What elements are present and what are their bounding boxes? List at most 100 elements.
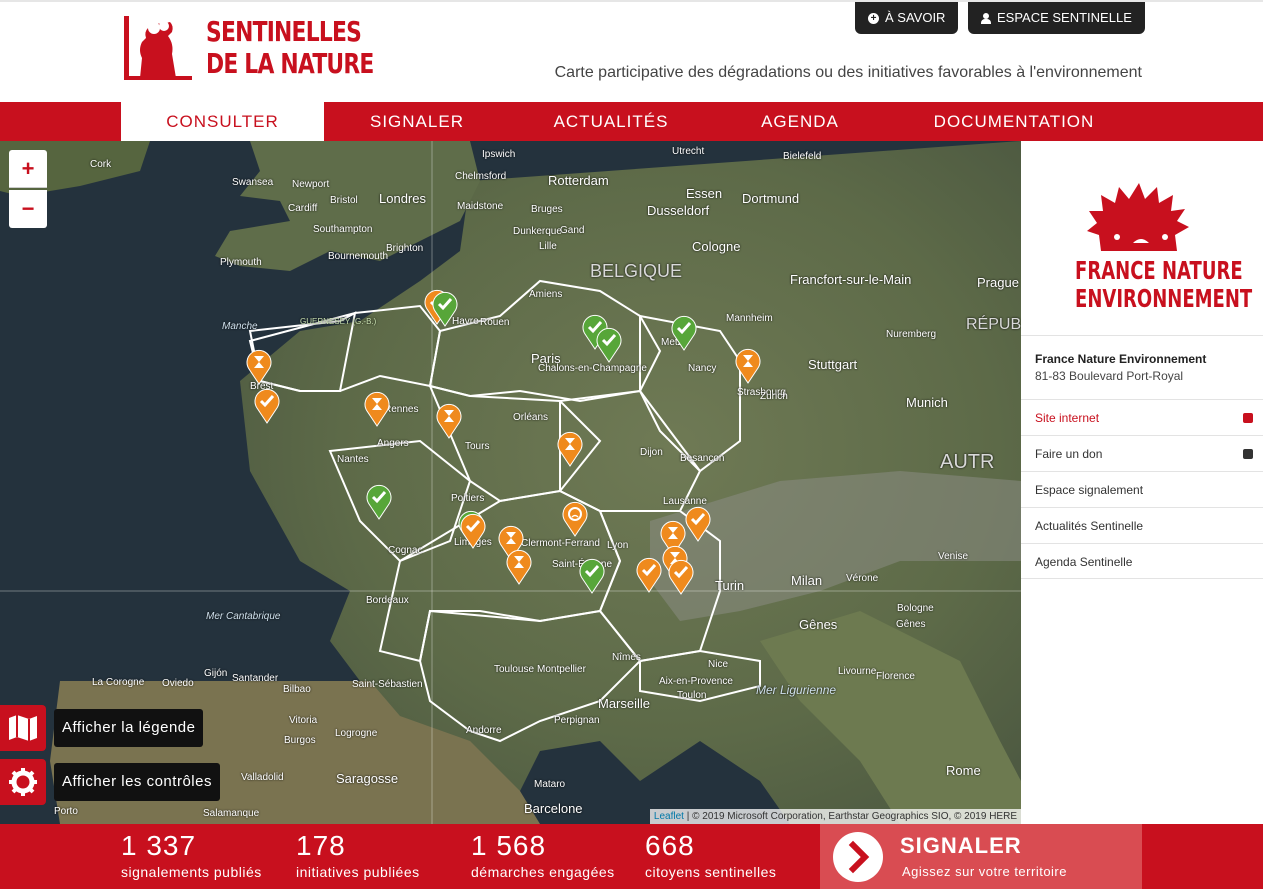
map-label: Swansea <box>232 177 274 188</box>
map-label: AUTR <box>940 451 995 473</box>
stat-value: 1 337 <box>121 830 197 861</box>
map-label: Gênes <box>799 617 838 632</box>
map-label: Bruges <box>531 204 563 215</box>
hourglass-marker-icon[interactable] <box>557 431 583 467</box>
link-espace-signalement[interactable]: Espace signalement <box>1021 471 1263 507</box>
stat-label: citoyens sentinelles <box>645 864 777 880</box>
nav-consulter[interactable]: CONSULTER <box>121 102 324 141</box>
logo-line-1: SENTINELLES <box>206 15 362 48</box>
map-label: Marseille <box>598 696 651 711</box>
sad-marker-icon[interactable] <box>562 501 588 537</box>
controls-toggle-label[interactable]: Afficher les contrôles <box>54 763 220 801</box>
chevron-right-icon <box>833 832 883 882</box>
link-agenda-sentinelle[interactable]: Agenda Sentinelle <box>1021 543 1263 579</box>
signaler-cta-title: SIGNALER <box>900 833 1022 858</box>
link-label: Faire un don <box>1035 447 1103 461</box>
user-icon <box>981 12 991 24</box>
map-label: Stuttgart <box>808 357 858 372</box>
map-label: Rome <box>946 763 981 778</box>
map-label: Dijon <box>640 447 663 458</box>
leaflet-link[interactable]: Leaflet <box>654 811 684 822</box>
link-label: Espace signalement <box>1035 483 1144 497</box>
check-marker-icon[interactable] <box>366 484 392 520</box>
controls-toggle-button[interactable] <box>0 759 46 805</box>
nav-agenda[interactable]: AGENDA <box>706 102 894 141</box>
hourglass-marker-icon[interactable] <box>436 403 462 439</box>
check-marker-icon[interactable] <box>668 559 694 595</box>
map-label: Orléans <box>513 412 549 423</box>
map-label: Plymouth <box>220 257 262 268</box>
map-label: Barcelone <box>524 801 583 816</box>
zoom-in-button[interactable]: + <box>9 150 47 188</box>
map-icon <box>9 715 37 741</box>
map-label: Nîmes <box>612 652 641 663</box>
map-label: Aix-en-Provence <box>659 676 733 687</box>
map-label: Perpignan <box>554 715 600 726</box>
site-logo[interactable]: SENTINELLES DE LA NATURE <box>124 14 374 84</box>
map-label: Burgos <box>284 735 316 746</box>
fne-logo-text: FRANCE NATURE ENVIRONNEMENT <box>1075 257 1252 313</box>
map-view[interactable]: Cork Swansea Newport Bristol Cardiff Lon… <box>0 141 1021 824</box>
map-label: Gijón <box>204 668 228 679</box>
map-label: Southampton <box>313 224 373 235</box>
map-label: Utrecht <box>672 146 705 157</box>
hourglass-marker-icon[interactable] <box>506 549 532 585</box>
map-label: Nancy <box>688 363 717 374</box>
map-label: Londres <box>379 191 426 206</box>
legend-toggle-button[interactable] <box>0 705 46 751</box>
map-label: Chelmsford <box>455 171 507 182</box>
signaler-cta-button[interactable]: SIGNALER Agissez sur votre territoire <box>820 824 1142 889</box>
link-faire-un-don[interactable]: Faire un don <box>1021 435 1263 471</box>
stat-label: démarches engagées <box>471 864 615 880</box>
map-label: Logrogne <box>335 728 378 739</box>
link-label: Site internet <box>1035 411 1100 425</box>
map-label: Francfort-sur-le-Main <box>790 272 912 287</box>
divider <box>1021 335 1263 336</box>
hourglass-marker-icon[interactable] <box>735 348 761 384</box>
nav-documentation[interactable]: DOCUMENTATION <box>894 102 1134 141</box>
link-label: Agenda Sentinelle <box>1035 555 1133 569</box>
map-label: Valladolid <box>241 772 284 783</box>
about-button-label: À SAVOIR <box>885 10 946 25</box>
map-label: Gand <box>560 225 585 236</box>
check-marker-icon[interactable] <box>254 388 280 424</box>
check-marker-icon[interactable] <box>596 327 622 363</box>
nav-actualites[interactable]: ACTUALITÉS <box>516 102 706 141</box>
map-label: Lyon <box>607 540 629 551</box>
external-link-icon <box>1243 449 1253 459</box>
hourglass-marker-icon[interactable] <box>364 391 390 427</box>
check-marker-icon[interactable] <box>460 513 486 549</box>
stat-label: initiatives publiées <box>296 864 420 880</box>
hourglass-marker-icon[interactable] <box>246 349 272 385</box>
signaler-cta-subtitle: Agissez sur votre territoire <box>902 864 1067 879</box>
sentinel-space-button[interactable]: ESPACE SENTINELLE <box>968 2 1145 34</box>
check-marker-icon[interactable] <box>432 291 458 327</box>
map-label: Prague <box>977 275 1019 290</box>
fne-logo[interactable]: FRANCE NATURE ENVIRONNEMENT <box>1049 165 1252 315</box>
map-label: Cork <box>90 159 112 170</box>
legend-toggle-label[interactable]: Afficher la légende <box>54 709 204 747</box>
map-label: Bristol <box>330 195 358 206</box>
map-label: Clermont-Ferrand <box>521 538 600 549</box>
stat-value: 178 <box>296 830 346 861</box>
map-label: Gênes <box>896 619 926 630</box>
check-marker-icon[interactable] <box>671 315 697 351</box>
link-site-internet[interactable]: Site internet <box>1021 399 1263 435</box>
map-label: Bournemouth <box>328 251 389 262</box>
site-logo-text: SENTINELLES DE LA NATURE <box>206 16 374 80</box>
map-label: Manche <box>222 321 258 332</box>
check-marker-icon[interactable] <box>685 506 711 542</box>
link-actualites-sentinelle[interactable]: Actualités Sentinelle <box>1021 507 1263 543</box>
link-label: Actualités Sentinelle <box>1035 519 1144 533</box>
map-label: Rotterdam <box>548 173 609 188</box>
map-label: Zurich <box>760 391 788 402</box>
map-label: Toulouse <box>494 664 535 675</box>
check-marker-icon[interactable] <box>579 558 605 594</box>
partner-sidebar: FRANCE NATURE ENVIRONNEMENT France Natur… <box>1021 141 1263 824</box>
about-button[interactable]: + À SAVOIR <box>855 2 959 34</box>
check-marker-icon[interactable] <box>636 557 662 593</box>
nav-signaler[interactable]: SIGNALER <box>324 102 510 141</box>
map-label: Chalons-en-Champagne <box>538 363 647 374</box>
zoom-out-button[interactable]: − <box>9 190 47 228</box>
hedgehog-icon <box>1087 183 1189 251</box>
